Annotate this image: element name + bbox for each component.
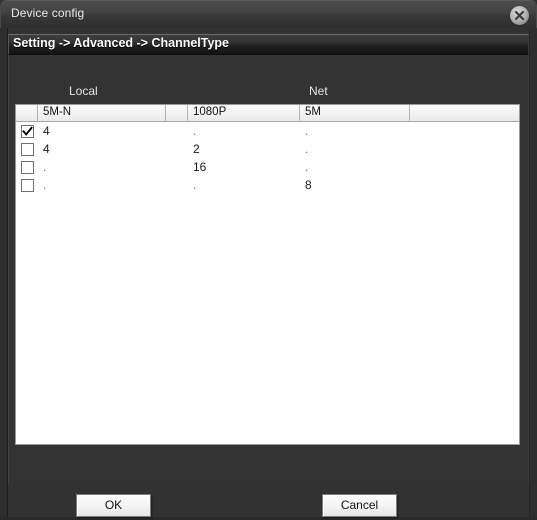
cell-5m: . (305, 124, 309, 138)
column-header-1080p[interactable]: 1080P (188, 105, 300, 121)
row-checkbox-cell[interactable] (16, 140, 38, 158)
cell-spacer (166, 176, 188, 194)
column-header-5m-n[interactable]: 5M-N (38, 105, 166, 121)
cell-empty (410, 122, 519, 140)
breadcrumb-text: Setting -> Advanced -> ChannelType (13, 36, 230, 50)
cell-5m-n: . (43, 178, 47, 192)
title-bar: Device config (0, 0, 537, 28)
table-row[interactable]: . 16 . (16, 158, 519, 176)
cell-empty (410, 140, 519, 158)
ok-button[interactable]: OK (76, 494, 151, 517)
cell-empty (410, 158, 519, 176)
close-icon[interactable] (510, 6, 529, 25)
cell-spacer (166, 140, 188, 158)
row-checkbox-cell[interactable] (16, 122, 38, 140)
cell-5m-n: 4 (43, 124, 50, 138)
cancel-button[interactable]: Cancel (322, 494, 397, 517)
table-row[interactable]: 4 . . (16, 122, 519, 140)
column-header-spacer[interactable] (166, 105, 188, 121)
cell-5m: 8 (305, 178, 312, 192)
cell-5m: . (305, 160, 309, 174)
checkbox-icon[interactable] (20, 142, 34, 156)
group-label-local: Local (69, 84, 98, 98)
breadcrumb: Setting -> Advanced -> ChannelType (8, 34, 529, 55)
row-checkbox-cell[interactable] (16, 158, 38, 176)
table-row[interactable]: 4 2 . (16, 140, 519, 158)
window-left-edge (0, 28, 8, 520)
cell-1080p: . (193, 178, 197, 192)
row-checkbox-cell[interactable] (16, 176, 38, 194)
cell-spacer (166, 122, 188, 140)
cell-1080p: 16 (193, 160, 207, 174)
table-body: 4 . . 4 2 . . 16 . . . 8 (16, 122, 519, 194)
window-title: Device config (11, 6, 85, 20)
cell-5m: . (305, 142, 309, 156)
content-panel: Local Net 5M-N 1080P 5M 4 . . 4 2 . . 16… (8, 55, 529, 485)
cell-empty (410, 176, 519, 194)
column-header-empty[interactable] (410, 105, 519, 121)
table-header-row: 5M-N 1080P 5M (16, 105, 519, 122)
column-header-select[interactable] (16, 105, 38, 121)
checkbox-icon[interactable] (20, 160, 34, 174)
checkbox-icon[interactable] (20, 178, 34, 192)
dialog-footer: OK Cancel (0, 485, 537, 520)
cell-1080p: . (193, 124, 197, 138)
cell-spacer (166, 158, 188, 176)
cell-5m-n: 4 (43, 142, 50, 156)
group-label-net: Net (309, 84, 328, 98)
checkbox-checked-icon[interactable] (20, 124, 34, 138)
cell-1080p: 2 (193, 142, 200, 156)
table-row[interactable]: . . 8 (16, 176, 519, 194)
window-right-edge (529, 28, 537, 520)
device-config-window: Device config Setting -> Advanced -> Cha… (0, 0, 537, 520)
column-header-5m[interactable]: 5M (300, 105, 410, 121)
channel-type-table: 5M-N 1080P 5M 4 . . 4 2 . . 16 . . . 8 (15, 104, 520, 445)
cell-5m-n: . (43, 160, 47, 174)
